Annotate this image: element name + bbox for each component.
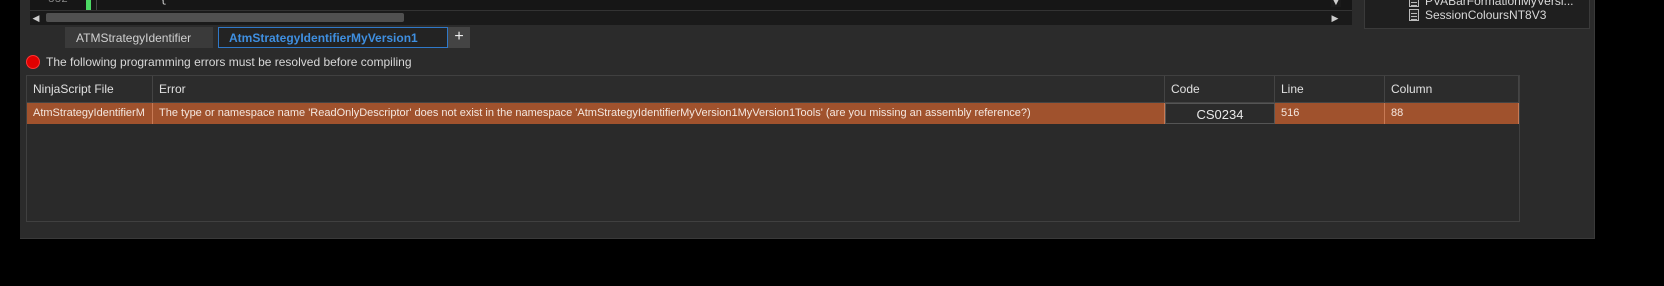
horizontal-scrollbar[interactable]: ◀ ▶ (30, 10, 1352, 25)
error-line-cell: 516 (1275, 103, 1385, 124)
compile-error-message: The following programming errors must be… (46, 55, 412, 69)
column-header-file[interactable]: NinjaScript File (27, 76, 153, 102)
error-row[interactable]: AtmStrategyIdentifierM The type or names… (27, 103, 1519, 124)
error-grid: NinjaScript File Error Code Line Column … (26, 75, 1520, 222)
ninjascript-editor-window: 552 { ▼ ◀ ▶ PVABarFormationMyVersi... Se… (20, 0, 1595, 239)
column-header-error[interactable]: Error (153, 76, 1165, 102)
add-tab-button[interactable]: + (448, 27, 470, 48)
column-header-line[interactable]: Line (1275, 76, 1385, 102)
editor-tabs: ATMStrategyIdentifier AtmStrategyIdentif… (65, 27, 470, 48)
tree-item[interactable]: PVABarFormationMyVersi... (1409, 0, 1574, 8)
error-file-cell: AtmStrategyIdentifierM (27, 103, 153, 124)
line-number: 552 (48, 0, 68, 6)
tab-atmstrategyidentifiermyversion1[interactable]: AtmStrategyIdentifierMyVersion1 (218, 27, 448, 48)
code-line: { (160, 0, 167, 6)
scroll-right-arrow-icon[interactable]: ▶ (1330, 12, 1340, 24)
tab-atmstrategyidentifier[interactable]: ATMStrategyIdentifier (65, 27, 213, 48)
column-header-code[interactable]: Code (1165, 76, 1275, 102)
column-header-column[interactable]: Column (1385, 76, 1519, 102)
tree-item-label: SessionColoursNT8V3 (1425, 8, 1547, 22)
gutter-divider (96, 0, 97, 10)
scrollbar-thumb[interactable] (46, 13, 404, 22)
tree-item[interactable]: SessionColoursNT8V3 (1409, 8, 1546, 22)
ninjascript-explorer-tree: PVABarFormationMyVersi... SessionColours… (1364, 0, 1590, 29)
error-code-cell[interactable]: CS0234 (1165, 103, 1275, 124)
code-editor[interactable]: 552 { ▼ (30, 0, 1352, 10)
document-icon (1409, 9, 1419, 21)
error-grid-header: NinjaScript File Error Code Line Column (27, 76, 1519, 103)
compile-error-header: The following programming errors must be… (26, 54, 412, 70)
scroll-down-arrow-icon[interactable]: ▼ (1331, 0, 1341, 7)
error-message-cell: The type or namespace name 'ReadOnlyDesc… (153, 103, 1165, 124)
error-column-cell: 88 (1385, 103, 1519, 124)
document-icon (1409, 0, 1419, 7)
change-marker (86, 0, 91, 10)
error-dot-icon (26, 55, 40, 69)
tree-item-label: PVABarFormationMyVersi... (1425, 0, 1574, 8)
scroll-left-arrow-icon[interactable]: ◀ (31, 12, 41, 24)
